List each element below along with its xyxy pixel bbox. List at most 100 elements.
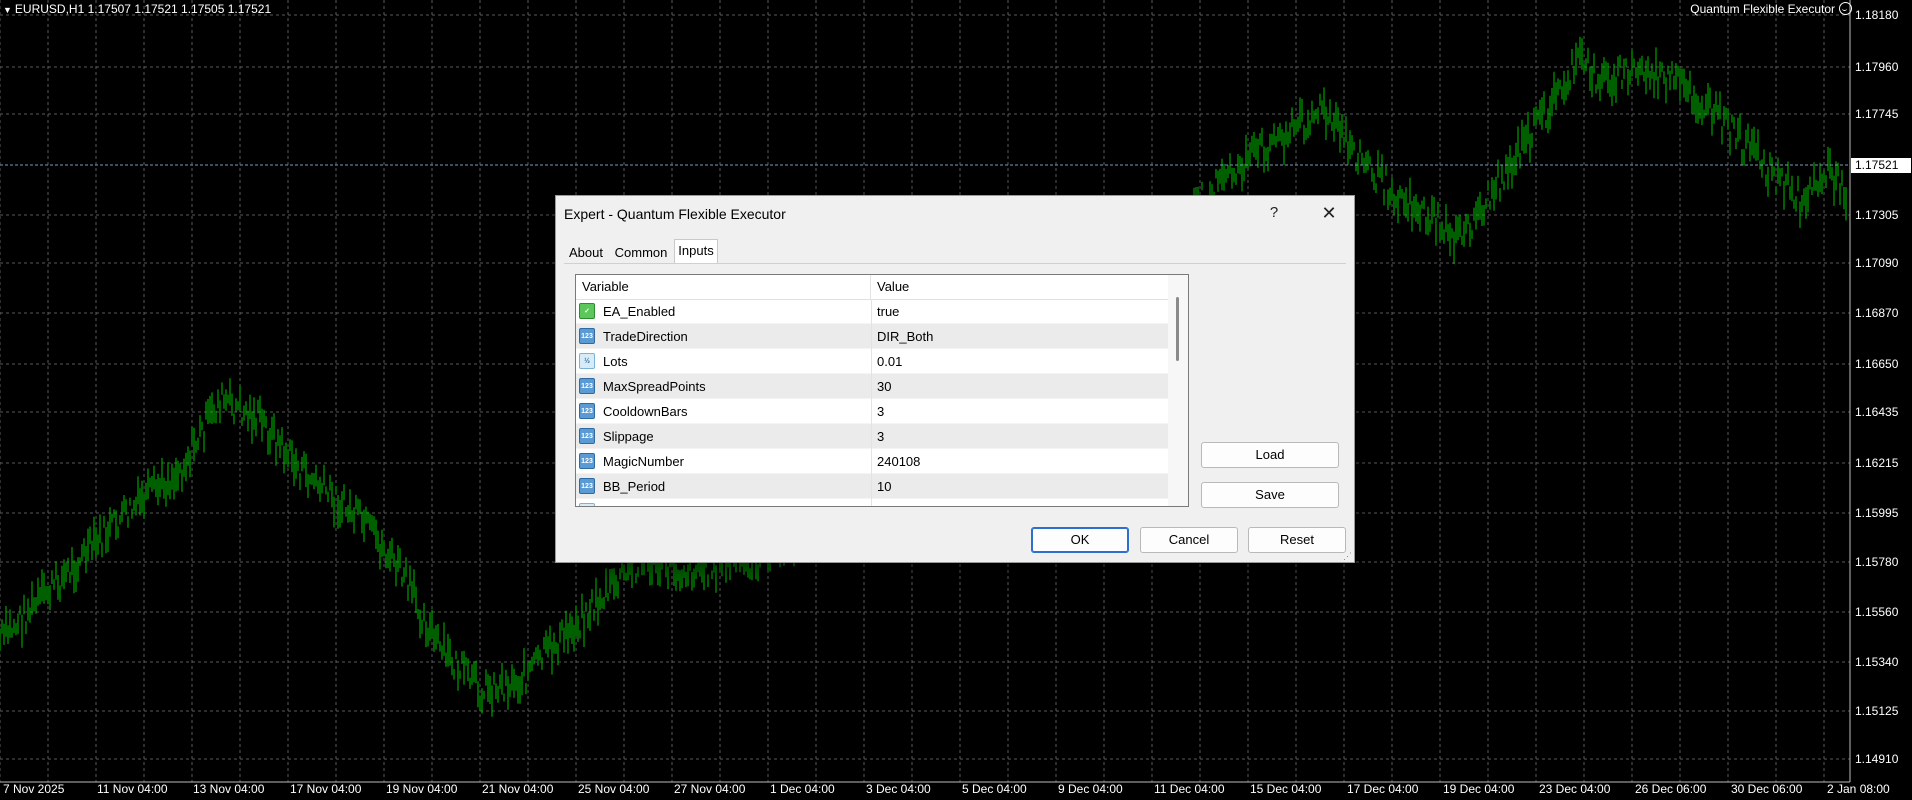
input-row[interactable]: 123 Slippage 3 xyxy=(576,424,1168,449)
cancel-button[interactable]: Cancel xyxy=(1140,527,1238,553)
input-variable-name: Lots xyxy=(603,354,628,369)
time-tick-label: 7 Nov 2025 xyxy=(3,782,65,796)
input-variable-name: MagicNumber xyxy=(603,454,684,469)
price-tick-label: 1.17960 xyxy=(1855,60,1899,74)
time-tick-label: 26 Dec 06:00 xyxy=(1635,782,1707,796)
input-row[interactable]: ✓ EA_Enabled true xyxy=(576,299,1168,324)
column-separator xyxy=(871,499,872,506)
input-row[interactable]: ½ BB_Deviation 2.0 xyxy=(576,499,1168,506)
help-button[interactable]: ? xyxy=(1262,202,1286,224)
dropdown-triangle-icon[interactable]: ▼ xyxy=(3,5,12,15)
time-tick-label: 23 Dec 04:00 xyxy=(1539,782,1611,796)
input-value[interactable]: DIR_Both xyxy=(877,324,933,349)
scrollbar-thumb[interactable] xyxy=(1176,297,1179,361)
input-variable-name: Slippage xyxy=(603,429,654,444)
input-row[interactable]: 123 CooldownBars 3 xyxy=(576,399,1168,424)
load-button[interactable]: Load xyxy=(1201,442,1339,468)
column-separator xyxy=(871,299,872,324)
integer-type-icon: 123 xyxy=(579,378,595,394)
input-value[interactable]: 10 xyxy=(877,474,891,499)
column-separator xyxy=(871,449,872,474)
input-variable-name: MaxSpreadPoints xyxy=(603,379,706,394)
ea-name: Quantum Flexible Executor xyxy=(1690,2,1835,16)
symbol-ohlc-text: EURUSD,H1 1.17507 1.17521 1.17505 1.1752… xyxy=(14,2,272,16)
price-tick-label: 1.16650 xyxy=(1855,357,1899,371)
input-value[interactable]: 3 xyxy=(877,424,884,449)
price-tick-label: 1.15125 xyxy=(1855,704,1899,718)
close-button[interactable]: ✕ xyxy=(1316,202,1342,224)
price-tick-label: 1.15340 xyxy=(1855,655,1899,669)
column-header-value[interactable]: Value xyxy=(871,275,1168,299)
time-tick-label: 2 Jan 08:00 xyxy=(1827,782,1890,796)
column-separator xyxy=(871,324,872,349)
time-tick-label: 9 Dec 04:00 xyxy=(1058,782,1123,796)
price-axis[interactable]: 1.18180 1.17960 1.17745 1.17305 1.17090 1.168… xyxy=(1850,0,1912,782)
input-row[interactable]: 123 MagicNumber 240108 xyxy=(576,449,1168,474)
double-type-icon: ½ xyxy=(579,503,595,506)
input-variable-name: EA_Enabled xyxy=(603,304,676,319)
price-tick-label: 1.17745 xyxy=(1855,107,1899,121)
input-value[interactable]: 30 xyxy=(877,374,891,399)
time-tick-label: 13 Nov 04:00 xyxy=(193,782,265,796)
integer-type-icon: 123 xyxy=(579,428,595,444)
integer-type-icon: 123 xyxy=(579,453,595,469)
input-variable-name: CooldownBars xyxy=(603,404,688,419)
column-separator xyxy=(871,399,872,424)
price-tick-label: 1.16870 xyxy=(1855,306,1899,320)
column-separator xyxy=(871,424,872,449)
tab-inputs[interactable]: Inputs xyxy=(674,239,718,263)
current-price-tag: 1.17521 xyxy=(1851,158,1911,173)
price-tick-label: 1.17090 xyxy=(1855,256,1899,270)
time-axis[interactable]: 7 Nov 2025 11 Nov 04:00 13 Nov 04:00 17 Nov… xyxy=(0,782,1890,800)
inputs-grid[interactable]: Variable Value ✓ EA_Enabled true 123 TradeDi… xyxy=(575,274,1189,507)
price-tick-label: 1.17305 xyxy=(1855,208,1899,222)
expert-advisor-label[interactable]: Quantum Flexible Executor xyxy=(1690,2,1852,16)
input-value[interactable]: true xyxy=(877,299,899,324)
column-header-variable[interactable]: Variable xyxy=(576,275,871,299)
time-tick-label: 3 Dec 04:00 xyxy=(866,782,931,796)
time-tick-label: 17 Dec 04:00 xyxy=(1347,782,1419,796)
input-value[interactable]: 240108 xyxy=(877,449,920,474)
grid-rows: ✓ EA_Enabled true 123 TradeDirection DIR_Both… xyxy=(576,299,1168,506)
time-tick-label: 19 Nov 04:00 xyxy=(386,782,458,796)
column-separator xyxy=(871,474,872,499)
time-tick-label: 19 Dec 04:00 xyxy=(1443,782,1515,796)
save-button[interactable]: Save xyxy=(1201,482,1339,508)
column-separator xyxy=(871,349,872,374)
ok-button[interactable]: OK xyxy=(1031,527,1129,553)
input-row[interactable]: 123 MaxSpreadPoints 30 xyxy=(576,374,1168,399)
reset-button[interactable]: Reset xyxy=(1248,527,1346,553)
input-row[interactable]: ½ Lots 0.01 xyxy=(576,349,1168,374)
price-tick-label: 1.15560 xyxy=(1855,605,1899,619)
grid-scrollbar[interactable] xyxy=(1168,275,1188,506)
time-tick-label: 30 Dec 06:00 xyxy=(1731,782,1803,796)
double-type-icon: ½ xyxy=(579,353,595,369)
chart-symbol-header[interactable]: ▼ EURUSD,H1 1.17507 1.17521 1.17505 1.175… xyxy=(3,2,271,16)
tab-common[interactable]: Common xyxy=(612,243,670,263)
time-tick-label: 27 Nov 04:00 xyxy=(674,782,746,796)
input-variable-name: TradeDirection xyxy=(603,329,688,344)
grid-header: Variable Value xyxy=(576,275,1168,300)
tab-about[interactable]: About xyxy=(566,243,606,263)
integer-type-icon: 123 xyxy=(579,478,595,494)
time-tick-label: 1 Dec 04:00 xyxy=(770,782,835,796)
input-value[interactable]: 3 xyxy=(877,399,884,424)
resize-grip-icon[interactable]: ⋰ xyxy=(1343,551,1353,561)
bool-type-icon: ✓ xyxy=(579,303,595,319)
tab-divider xyxy=(564,263,1346,264)
column-separator xyxy=(871,374,872,399)
input-row[interactable]: 123 TradeDirection DIR_Both xyxy=(576,324,1168,349)
input-value[interactable]: 0.01 xyxy=(877,349,902,374)
dialog-title: Expert - Quantum Flexible Executor xyxy=(564,206,786,222)
integer-type-icon: 123 xyxy=(579,328,595,344)
input-variable-name: BB_Deviation xyxy=(603,499,682,506)
price-tick-label: 1.15995 xyxy=(1855,506,1899,520)
time-tick-label: 21 Nov 04:00 xyxy=(482,782,554,796)
input-row[interactable]: 123 BB_Period 10 xyxy=(576,474,1168,499)
input-variable-name: BB_Period xyxy=(603,479,666,494)
input-value[interactable]: 2.0 xyxy=(877,499,895,506)
price-tick-label: 1.16435 xyxy=(1855,405,1899,419)
price-tick-label: 1.16215 xyxy=(1855,456,1899,470)
price-tick-label: 1.14910 xyxy=(1855,752,1899,766)
time-tick-label: 15 Dec 04:00 xyxy=(1250,782,1322,796)
